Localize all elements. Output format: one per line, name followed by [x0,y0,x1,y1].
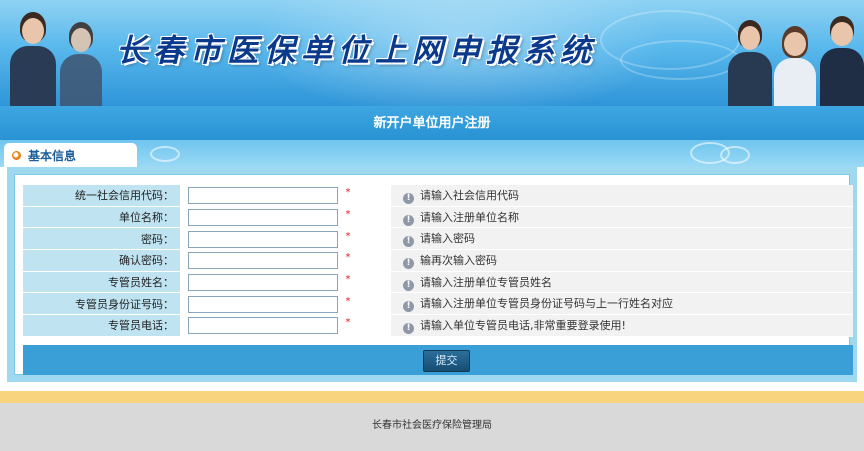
required-mark: * [345,187,351,199]
banner-person-right-3 [818,12,864,106]
confirm-password-input[interactable] [188,252,338,270]
credit-code-input[interactable] [188,187,338,205]
form-panel: 统一社会信用代码： * ! 请输入社会信用代码 单位名称： * ! 请输入注册单位名… [7,167,857,382]
form-row-confirm-password: 确认密码： * ! 输再次输入密码 [23,250,853,272]
info-icon: ! [403,322,414,334]
field-label: 专管员姓名： [23,271,180,294]
form-row-manager-id: 专管员身份证号码： * ! 请输入注册单位专管员身份证号码与上一行姓名对应 [23,293,853,316]
required-mark: * [345,252,351,264]
form-row-manager-name: 专管员姓名： * ! 请输入注册单位专管员姓名 [23,271,853,294]
required-mark: * [345,230,351,242]
form-container: 统一社会信用代码： * ! 请输入社会信用代码 单位名称： * ! 请输入注册单位名… [14,174,853,375]
banner: 长春市医保单位上网申报系统 [0,0,864,106]
registration-form: 统一社会信用代码： * ! 请输入社会信用代码 单位名称： * ! 请输入注册单位名… [23,185,853,337]
system-title: 长春市医保单位上网申报系统 [116,33,597,69]
submit-row: 提交 [23,345,853,375]
manager-name-input[interactable] [188,274,338,292]
tab-label: 基本信息 [28,148,77,163]
field-label: 确认密码： [23,250,180,272]
unit-name-input[interactable] [188,209,338,227]
tab-basic-info[interactable]: 基本信息 [4,143,137,167]
field-label: 统一社会信用代码： [23,185,180,207]
required-mark: * [345,274,351,286]
info-icon: ! [403,192,414,204]
page-title: 新开户单位用户注册 [0,106,864,140]
info-icon: ! [403,279,414,291]
footer-accent-bar [0,391,864,403]
banner-person-left [8,6,58,106]
info-icon: ! [403,236,414,248]
submit-button[interactable]: 提交 [423,350,470,372]
field-hint: 请输入注册单位专管员姓名 [420,275,552,289]
form-row-credit-code: 统一社会信用代码： * ! 请输入社会信用代码 [23,185,853,207]
footer-text: 长春市社会医疗保险管理局 [372,420,492,431]
banner-person-left-2 [58,16,104,106]
info-icon: ! [403,214,414,226]
form-row-manager-phone: 专管员电话： * ! 请输入单位专管员电话,非常重要登录使用! [23,315,853,337]
form-row-password: 密码： * ! 请输入密码 [23,228,853,251]
field-label: 单位名称： [23,206,180,229]
bullet-icon [12,150,21,160]
banner-person-right-1 [728,18,772,106]
field-label: 专管员身份证号码： [23,293,180,316]
footer: 长春市社会医疗保险管理局 [0,403,864,451]
field-label: 密码： [23,228,180,251]
required-mark: * [345,317,351,329]
manager-phone-input[interactable] [188,317,338,335]
manager-id-input[interactable] [188,295,338,313]
field-hint: 请输入注册单位名称 [420,210,519,224]
required-mark: * [345,209,351,221]
banner-person-right-2 [772,22,818,106]
form-row-unit-name: 单位名称： * ! 请输入注册单位名称 [23,206,853,229]
info-icon: ! [403,257,414,269]
field-hint: 请输入社会信用代码 [420,188,519,202]
field-label: 专管员电话： [23,315,180,337]
password-input[interactable] [188,230,338,248]
field-hint: 请输入密码 [420,232,475,246]
field-hint: 请输入注册单位专管员身份证号码与上一行姓名对应 [420,297,673,311]
field-hint: 输再次输入密码 [420,253,497,267]
info-icon: ! [403,301,414,313]
field-hint: 请输入单位专管员电话,非常重要登录使用! [420,318,626,332]
required-mark: * [345,295,351,307]
